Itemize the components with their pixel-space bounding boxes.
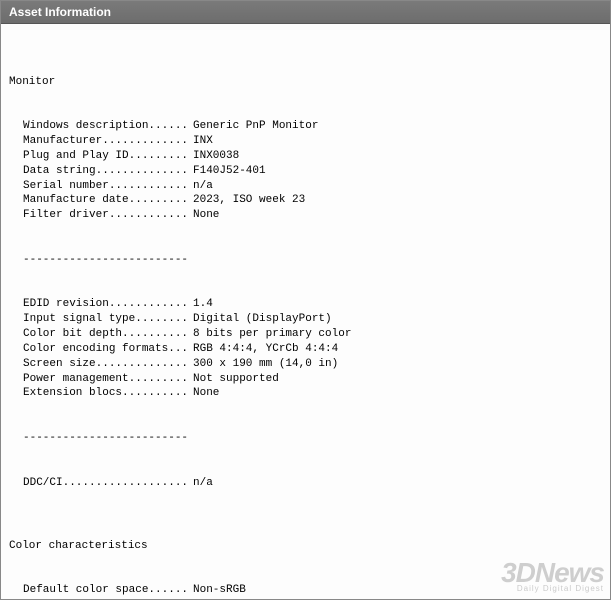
row-value: 8 bits per primary color (193, 327, 351, 342)
info-row: EDID revision............1.4 (9, 297, 602, 312)
row-value: Digital (DisplayPort) (193, 312, 332, 327)
row-value: 1.4 (193, 297, 213, 312)
row-label: Filter driver............ (23, 208, 193, 223)
separator: ------------------------- (9, 431, 602, 446)
info-row: Screen size..............300 x 190 mm (1… (9, 357, 602, 372)
row-label: Screen size.............. (23, 357, 193, 372)
window-titlebar: Asset Information (1, 1, 610, 24)
info-row: Manufacturer.............INX (9, 134, 602, 149)
row-label: Power management......... (23, 372, 193, 387)
row-value: Not supported (193, 372, 279, 387)
info-row: Extension blocs..........None (9, 386, 602, 401)
window-title: Asset Information (9, 5, 111, 19)
row-label: Extension blocs.......... (23, 386, 193, 401)
section-heading-color: Color characteristics (9, 539, 602, 554)
row-label: Serial number............ (23, 179, 193, 194)
info-row: Serial number............n/a (9, 179, 602, 194)
info-row: Data string..............F140J52-401 (9, 164, 602, 179)
info-row: Color bit depth..........8 bits per prim… (9, 327, 602, 342)
row-label: Windows description...... (23, 119, 193, 134)
separator: ------------------------- (9, 253, 602, 268)
row-value: Non-sRGB (193, 583, 246, 598)
row-value: n/a (193, 179, 213, 194)
row-value: RGB 4:4:4, YCrCb 4:4:4 (193, 342, 338, 357)
content-area: Monitor Windows description......Generic… (1, 24, 610, 600)
row-value: n/a (193, 476, 213, 491)
info-row: Manufacture date.........2023, ISO week … (9, 193, 602, 208)
info-row: Default color space......Non-sRGB (9, 583, 602, 598)
row-label: DDC/CI................... (23, 476, 193, 491)
row-label: Color bit depth.......... (23, 327, 193, 342)
info-row: Filter driver............None (9, 208, 602, 223)
row-value: None (193, 208, 219, 223)
row-value: F140J52-401 (193, 164, 266, 179)
row-label: EDID revision............ (23, 297, 193, 312)
row-value: INX0038 (193, 149, 239, 164)
row-value: None (193, 386, 219, 401)
row-value: INX (193, 134, 213, 149)
info-row: Input signal type........Digital (Displa… (9, 312, 602, 327)
row-label: Manufacture date......... (23, 193, 193, 208)
section-heading-monitor: Monitor (9, 75, 602, 90)
row-value: Generic PnP Monitor (193, 119, 318, 134)
row-label: Data string.............. (23, 164, 193, 179)
row-label: Input signal type........ (23, 312, 193, 327)
info-row: DDC/CI...................n/a (9, 476, 602, 491)
asset-info-window: Asset Information Monitor Windows descri… (0, 0, 611, 600)
row-label: Plug and Play ID......... (23, 149, 193, 164)
info-row: Windows description......Generic PnP Mon… (9, 119, 602, 134)
row-label: Manufacturer............. (23, 134, 193, 149)
row-value: 2023, ISO week 23 (193, 193, 305, 208)
info-row: Power management.........Not supported (9, 372, 602, 387)
info-row: Color encoding formats...RGB 4:4:4, YCrC… (9, 342, 602, 357)
info-row: Plug and Play ID.........INX0038 (9, 149, 602, 164)
row-label: Default color space...... (23, 583, 193, 598)
row-label: Color encoding formats... (23, 342, 193, 357)
row-value: 300 x 190 mm (14,0 in) (193, 357, 338, 372)
